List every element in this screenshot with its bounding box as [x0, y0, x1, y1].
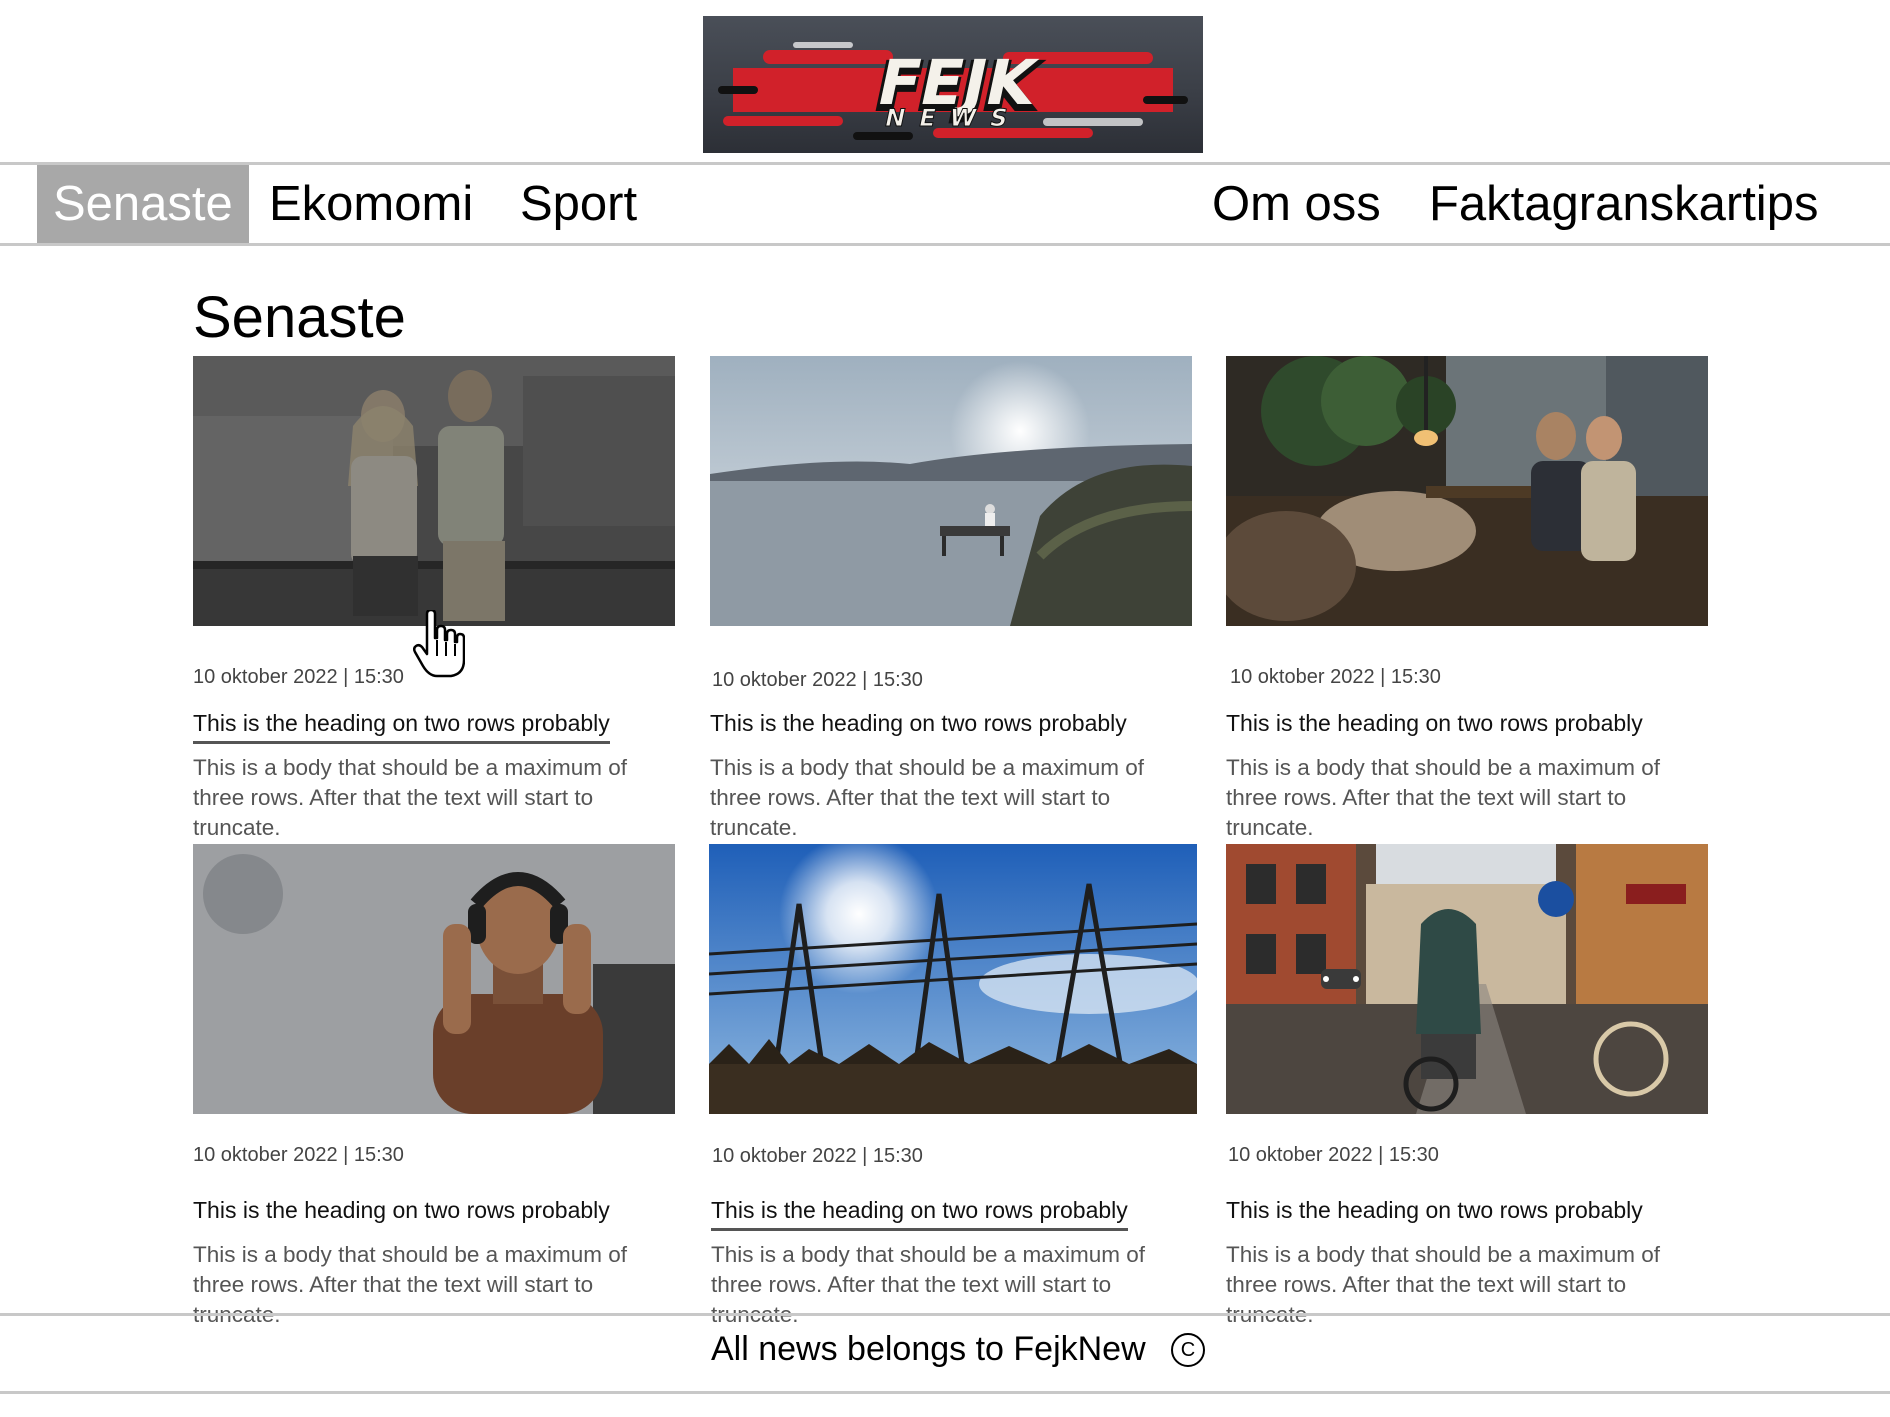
article-body: This is a body that should be a maximum …	[1226, 1242, 1660, 1327]
page-title: Senaste	[193, 285, 406, 350]
article-date: 10 oktober 2022 | 15:30	[193, 666, 404, 688]
footer-divider-bottom	[0, 1391, 1890, 1394]
hand-pointer-cursor-icon	[412, 608, 466, 680]
article-image[interactable]	[193, 844, 675, 1114]
article-image[interactable]	[710, 356, 1192, 626]
article-heading[interactable]: This is the heading on two rows probably	[710, 710, 1127, 741]
article-card[interactable]: 10 oktober 2022 | 15:30 This is the head…	[1226, 356, 1708, 840]
article-card[interactable]: 10 oktober 2022 | 15:30 This is the head…	[193, 356, 675, 840]
article-heading[interactable]: This is the heading on two rows probably	[193, 710, 610, 744]
article-body: This is a body that should be a maximum …	[1226, 755, 1660, 840]
nav-sport[interactable]: Sport	[520, 165, 637, 243]
article-image[interactable]	[709, 844, 1197, 1114]
article-card[interactable]: 10 oktober 2022 | 15:30 This is the head…	[193, 844, 675, 1327]
article-heading[interactable]: This is the heading on two rows probably	[1226, 1197, 1643, 1228]
logo-subtitle: NEWS	[882, 103, 1024, 132]
article-body: This is a body that should be a maximum …	[711, 1242, 1145, 1327]
article-date: 10 oktober 2022 | 15:30	[712, 1145, 923, 1167]
article-heading[interactable]: This is the heading on two rows probably	[711, 1197, 1128, 1231]
article-card[interactable]: 10 oktober 2022 | 15:30 This is the head…	[1226, 844, 1708, 1327]
nav-senaste[interactable]: Senaste	[37, 165, 249, 243]
article-date: 10 oktober 2022 | 15:30	[1228, 1144, 1439, 1166]
nav-faktagranskartips[interactable]: Faktagranskartips	[1429, 165, 1818, 243]
article-heading[interactable]: This is the heading on two rows probably	[1226, 710, 1643, 741]
article-date: 10 oktober 2022 | 15:30	[1230, 666, 1441, 688]
article-card[interactable]: 10 oktober 2022 | 15:30 This is the head…	[709, 844, 1197, 1327]
article-image[interactable]	[1226, 356, 1708, 626]
copyright-icon: C	[1171, 1333, 1205, 1367]
article-date: 10 oktober 2022 | 15:30	[193, 1144, 404, 1166]
article-body: This is a body that should be a maximum …	[193, 1242, 627, 1327]
article-body: This is a body that should be a maximum …	[710, 755, 1144, 840]
footer-divider-top	[0, 1313, 1890, 1316]
article-image[interactable]	[1226, 844, 1708, 1114]
article-heading[interactable]: This is the heading on two rows probably	[193, 1197, 610, 1228]
nav-om-oss[interactable]: Om oss	[1212, 165, 1381, 243]
footer-text: All news belongs to FejkNew	[711, 1330, 1146, 1368]
article-card[interactable]: 10 oktober 2022 | 15:30 This is the head…	[710, 356, 1192, 840]
nav-ekonomi[interactable]: Ekomomi	[269, 165, 473, 243]
article-date: 10 oktober 2022 | 15:30	[712, 669, 923, 691]
article-image[interactable]	[193, 356, 675, 626]
main-navigation: Senaste Ekomomi Sport Om oss Faktagransk…	[0, 162, 1890, 246]
article-body: This is a body that should be a maximum …	[193, 755, 627, 840]
fejk-news-logo[interactable]: FEJK FEJK NEWS	[703, 16, 1203, 153]
